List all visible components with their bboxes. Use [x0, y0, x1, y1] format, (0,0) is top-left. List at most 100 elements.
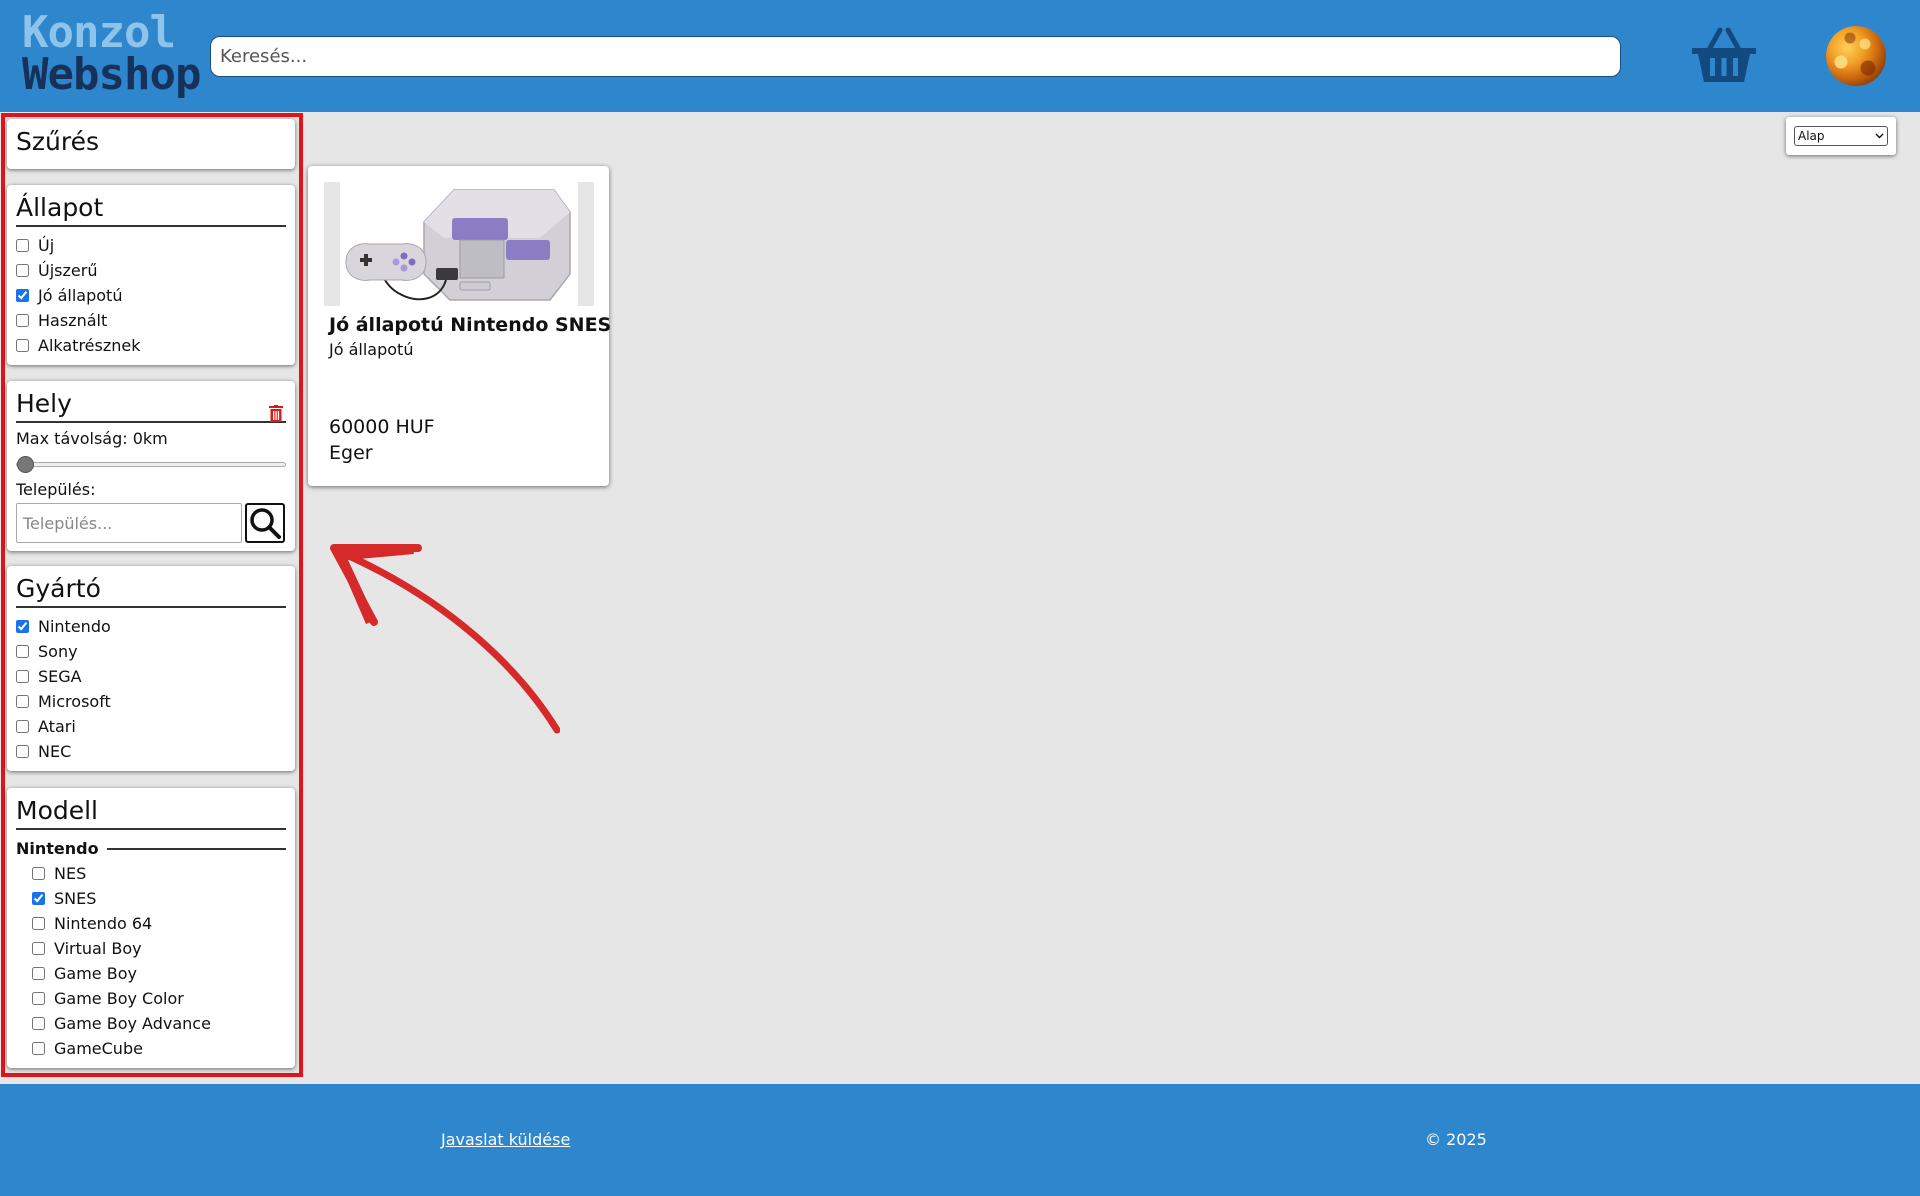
filter-title: Szűrés: [16, 127, 99, 156]
suggestion-link[interactable]: Javaslat küldése: [441, 1130, 570, 1149]
model-checkbox[interactable]: [32, 1017, 45, 1030]
sort-selected-value: Alap: [1798, 129, 1825, 143]
model-group-heading: Nintendo: [16, 836, 286, 861]
manufacturer-filter-panel: Gyártó Nintendo Sony SEGA Microsoft Atari NEC: [7, 566, 295, 771]
manufacturer-filter-title: Gyártó: [16, 572, 286, 608]
manufacturer-option[interactable]: Sony: [16, 639, 286, 664]
divider: [106, 847, 286, 850]
model-option[interactable]: Virtual Boy: [16, 936, 286, 961]
condition-option[interactable]: Jó állapotú: [16, 283, 286, 308]
site-footer: Javaslat küldése © 2025: [0, 1084, 1920, 1196]
chevron-down-icon: [1875, 133, 1884, 139]
user-avatar[interactable]: [1826, 26, 1886, 86]
slider-thumb[interactable]: [17, 456, 34, 473]
product-condition: Jó állapotú: [329, 340, 414, 359]
model-option-label: Virtual Boy: [54, 939, 142, 958]
logo-line-1: Konzol: [22, 7, 176, 58]
manufacturer-option[interactable]: Atari: [16, 714, 286, 739]
condition-option-label: Újszerű: [38, 261, 98, 280]
condition-checkbox[interactable]: [16, 314, 29, 327]
manufacturer-option-label: Atari: [38, 717, 76, 736]
condition-filter-panel: Állapot Új Újszerű Jó állapotú Használt Alka…: [7, 185, 295, 365]
model-option[interactable]: GameCube: [16, 1036, 286, 1061]
manufacturer-checkbox[interactable]: [16, 620, 29, 633]
location-filter-title: Hely: [16, 387, 286, 423]
manufacturer-option-label: NEC: [38, 742, 72, 761]
model-group-label: Nintendo: [16, 839, 99, 858]
model-option[interactable]: SNES: [16, 886, 286, 911]
sort-select[interactable]: Alap: [1794, 126, 1888, 146]
condition-option[interactable]: Alkatrésznek: [16, 333, 286, 358]
model-option[interactable]: Game Boy Color: [16, 986, 286, 1011]
sort-box: Alap: [1786, 117, 1896, 155]
model-option[interactable]: Game Boy Advance: [16, 1011, 286, 1036]
location-filter-panel: Hely Max távolság: 0km Település:: [7, 381, 295, 551]
city-label: Település:: [16, 480, 96, 499]
model-option[interactable]: NES: [16, 861, 286, 886]
city-input[interactable]: [16, 503, 242, 543]
manufacturer-option-label: SEGA: [38, 667, 82, 686]
magnifier-icon: [250, 508, 281, 539]
condition-checkbox[interactable]: [16, 239, 29, 252]
shopping-basket-icon[interactable]: [1690, 26, 1758, 86]
model-option-label: Game Boy: [54, 964, 137, 983]
manufacturer-checkbox[interactable]: [16, 670, 29, 683]
manufacturer-checkbox[interactable]: [16, 720, 29, 733]
manufacturer-option-label: Microsoft: [38, 692, 111, 711]
manufacturer-option-label: Nintendo: [38, 617, 111, 636]
condition-option[interactable]: Használt: [16, 308, 286, 333]
model-checkbox[interactable]: [32, 967, 45, 980]
manufacturer-option[interactable]: NEC: [16, 739, 286, 764]
model-option-label: Game Boy Advance: [54, 1014, 211, 1033]
product-card[interactable]: Jó állapotú Nintendo SNES Jó állapotú 60…: [308, 166, 611, 486]
manufacturer-option-label: Sony: [38, 642, 78, 661]
model-checkbox[interactable]: [32, 1042, 45, 1055]
model-checkbox[interactable]: [32, 917, 45, 930]
model-option-label: Nintendo 64: [54, 914, 153, 933]
model-filter-panel: Modell Nintendo NES SNES Nintendo 64 Virtua…: [7, 788, 295, 1068]
filter-title-panel: Szűrés: [7, 119, 295, 169]
condition-option[interactable]: Újszerű: [16, 258, 286, 283]
red-annotation-arrow-icon: [330, 544, 560, 734]
manufacturer-checkbox[interactable]: [16, 645, 29, 658]
logo-line-2: Webshop: [22, 49, 201, 100]
manufacturer-checkbox[interactable]: [16, 695, 29, 708]
model-checkbox[interactable]: [32, 942, 45, 955]
slider-bar: [16, 462, 286, 467]
condition-checkbox[interactable]: [16, 339, 29, 352]
city-search-button[interactable]: [245, 503, 285, 543]
condition-option-label: Alkatrésznek: [38, 336, 141, 355]
model-filter-title: Modell: [16, 794, 286, 830]
manufacturer-checkbox[interactable]: [16, 745, 29, 758]
copyright-text: © 2025: [1425, 1130, 1487, 1149]
model-option-label: GameCube: [54, 1039, 143, 1058]
model-option-label: NES: [54, 864, 87, 883]
model-checkbox[interactable]: [32, 867, 45, 880]
condition-options: Új Újszerű Jó állapotú Használt Alkatrésznek: [16, 233, 286, 358]
product-image: [324, 182, 594, 306]
manufacturer-option[interactable]: Nintendo: [16, 614, 286, 639]
search-input[interactable]: [210, 36, 1621, 77]
condition-option-label: Új: [38, 236, 55, 255]
model-option[interactable]: Nintendo 64: [16, 911, 286, 936]
manufacturer-option[interactable]: Microsoft: [16, 689, 286, 714]
model-checkbox[interactable]: [32, 892, 45, 905]
model-option[interactable]: Game Boy: [16, 961, 286, 986]
trash-icon[interactable]: [269, 405, 283, 422]
condition-option[interactable]: Új: [16, 233, 286, 258]
manufacturer-option[interactable]: SEGA: [16, 664, 286, 689]
condition-checkbox[interactable]: [16, 264, 29, 277]
manufacturer-options: Nintendo Sony SEGA Microsoft Atari NEC: [16, 614, 286, 764]
model-options: NES SNES Nintendo 64 Virtual Boy Game Boy Gam…: [16, 861, 286, 1061]
model-option-label: SNES: [54, 889, 97, 908]
site-header: Konzol Webshop: [0, 0, 1920, 112]
model-checkbox[interactable]: [32, 992, 45, 1005]
max-distance-slider[interactable]: [16, 454, 286, 474]
condition-checkbox[interactable]: [16, 289, 29, 302]
condition-option-label: Használt: [38, 311, 108, 330]
product-price: 60000 HUF: [329, 416, 435, 438]
site-logo[interactable]: Konzol Webshop: [22, 7, 201, 100]
console-image: [345, 189, 571, 301]
product-title[interactable]: Jó állapotú Nintendo SNES: [329, 314, 611, 336]
product-city: Eger: [329, 442, 373, 464]
